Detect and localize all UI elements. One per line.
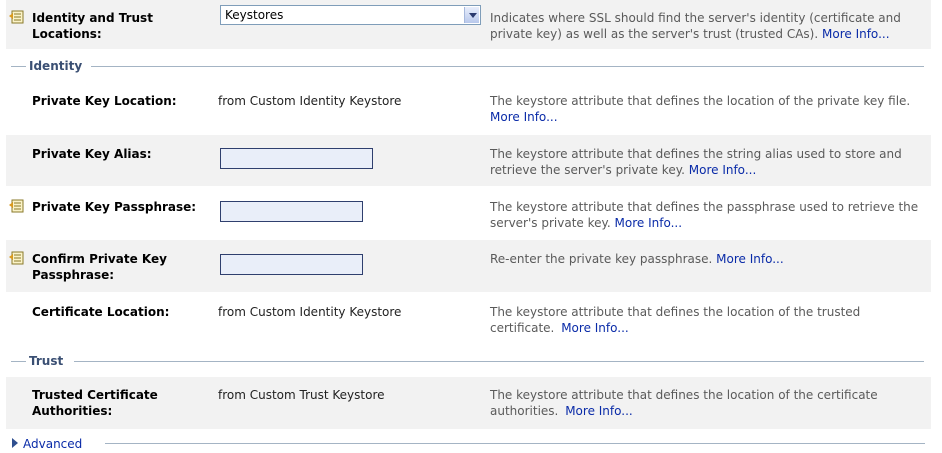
identity-trust-label: Identity and Trust Locations: <box>32 11 153 41</box>
identity-trust-select-value: Keystores <box>225 8 284 22</box>
private-key-location-desc-text: The keystore attribute that defines the … <box>490 94 911 108</box>
private-key-location-label: Private Key Location: <box>32 94 177 108</box>
more-info-link[interactable]: More Info... <box>565 404 633 418</box>
more-info-link[interactable]: More Info... <box>822 27 890 41</box>
private-key-alias-row: Private Key Alias: The keystore attribut… <box>6 135 931 186</box>
help-icon[interactable] <box>9 10 24 24</box>
private-key-alias-input[interactable] <box>220 148 373 169</box>
confirm-passphrase-desc-text: Re-enter the private key passphrase. <box>490 252 713 266</box>
section-title: Trust <box>29 354 64 368</box>
help-icon[interactable] <box>9 199 24 213</box>
help-icon[interactable] <box>9 251 24 265</box>
more-info-link[interactable]: More Info... <box>615 216 683 230</box>
section-divider <box>11 66 26 67</box>
certificate-location-label: Certificate Location: <box>32 305 170 319</box>
advanced-toggle[interactable]: Advanced <box>12 436 82 452</box>
private-key-location-description: The keystore attribute that defines the … <box>490 93 930 125</box>
certificate-location-description: The keystore attribute that defines the … <box>490 304 922 336</box>
private-key-passphrase-desc-text: The keystore attribute that defines the … <box>490 200 919 230</box>
advanced-label[interactable]: Advanced <box>12 437 82 451</box>
certificate-location-row: Certificate Location: from Custom Identi… <box>6 294 931 344</box>
expand-triangle-icon[interactable] <box>12 438 18 448</box>
private-key-passphrase-description: The keystore attribute that defines the … <box>490 199 930 231</box>
private-key-alias-label: Private Key Alias: <box>32 147 152 161</box>
section-divider <box>74 361 924 362</box>
trust-section-header: Trust <box>6 354 924 368</box>
confirm-passphrase-label: Confirm Private Key Passphrase: <box>32 252 167 282</box>
trusted-cas-description: The keystore attribute that defines the … <box>490 387 930 419</box>
section-divider <box>105 443 925 444</box>
identity-trust-select[interactable]: Keystores <box>220 5 481 25</box>
confirm-passphrase-row: Confirm Private Key Passphrase: Re-enter… <box>6 240 931 292</box>
trusted-cas-desc-text: The keystore attribute that defines the … <box>490 388 878 418</box>
certificate-location-value: from Custom Identity Keystore <box>218 305 402 319</box>
more-info-link[interactable]: More Info... <box>716 252 784 266</box>
identity-trust-description: Indicates where SSL should find the serv… <box>490 10 930 42</box>
private-key-location-row: Private Key Location: from Custom Identi… <box>6 82 931 132</box>
dropdown-arrow-icon[interactable] <box>464 7 479 23</box>
more-info-link[interactable]: More Info... <box>689 163 757 177</box>
more-info-link[interactable]: More Info... <box>490 110 558 124</box>
section-divider <box>91 66 924 67</box>
section-divider <box>11 361 26 362</box>
identity-section-header: Identity <box>6 59 924 73</box>
certificate-location-desc-text: The keystore attribute that defines the … <box>490 305 861 335</box>
trusted-cas-row: Trusted Certificate Authorities: from Cu… <box>6 377 931 429</box>
trusted-cas-value: from Custom Trust Keystore <box>218 388 385 402</box>
confirm-passphrase-description: Re-enter the private key passphrase. Mor… <box>490 251 930 267</box>
private-key-passphrase-input[interactable] <box>220 201 363 222</box>
confirm-passphrase-input[interactable] <box>220 254 363 275</box>
private-key-passphrase-label: Private Key Passphrase: <box>32 200 197 214</box>
more-info-link[interactable]: More Info... <box>561 321 629 335</box>
trusted-cas-label: Trusted Certificate Authorities: <box>32 388 158 418</box>
private-key-alias-description: The keystore attribute that defines the … <box>490 146 930 178</box>
identity-trust-row: Identity and Trust Locations: Keystores … <box>6 0 931 49</box>
section-title: Identity <box>29 59 83 73</box>
private-key-passphrase-row: Private Key Passphrase: The keystore att… <box>6 188 931 238</box>
private-key-location-value: from Custom Identity Keystore <box>218 94 402 108</box>
